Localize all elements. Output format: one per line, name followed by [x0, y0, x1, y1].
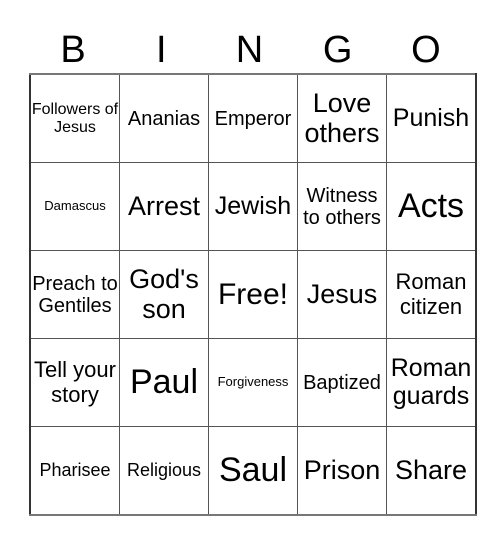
bingo-cell[interactable]: Paul — [119, 338, 209, 427]
bingo-cell[interactable]: Share — [386, 426, 477, 516]
bingo-cell[interactable]: Jesus — [297, 250, 387, 339]
bingo-cell[interactable]: Tell your story — [29, 338, 120, 427]
bingo-cell[interactable]: Jewish — [208, 162, 298, 251]
bingo-cell[interactable]: Preach to Gentiles — [29, 250, 120, 339]
grid-row: Tell your story Paul Forgiveness Baptize… — [29, 338, 477, 427]
bingo-cell[interactable]: Religious — [119, 426, 209, 516]
bingo-cell[interactable]: Roman citizen — [386, 250, 477, 339]
grid-row: Pharisee Religious Saul Prison Share — [29, 426, 477, 516]
grid-row: Preach to Gentiles God's son Free! Jesus… — [29, 250, 477, 339]
bingo-cell[interactable]: Arrest — [119, 162, 209, 251]
free-space-cell[interactable]: Free! — [208, 250, 298, 339]
bingo-cell[interactable]: God's son — [119, 250, 209, 339]
bingo-header: B I N G O — [29, 28, 470, 72]
header-letter-n: N — [235, 29, 264, 71]
grid-row: Followers of Jesus Ananias Emperor Love … — [29, 73, 477, 163]
bingo-cell[interactable]: Emperor — [208, 73, 298, 163]
bingo-cell[interactable]: Baptized — [297, 338, 387, 427]
bingo-cell[interactable]: Witness to others — [297, 162, 387, 251]
bingo-cell[interactable]: Punish — [386, 73, 477, 163]
bingo-cell[interactable]: Prison — [297, 426, 387, 516]
bingo-cell[interactable]: Followers of Jesus — [29, 73, 120, 163]
bingo-cell[interactable]: Ananias — [119, 73, 209, 163]
bingo-cell[interactable]: Damascus — [29, 162, 120, 251]
bingo-cell[interactable]: Pharisee — [29, 426, 120, 516]
header-letter-i: I — [156, 29, 167, 71]
bingo-cell[interactable]: Saul — [208, 426, 298, 516]
bingo-grid: Followers of Jesus Ananias Emperor Love … — [29, 73, 477, 516]
bingo-cell[interactable]: Acts — [386, 162, 477, 251]
header-letter-b: B — [60, 29, 86, 71]
grid-row: Damascus Arrest Jewish Witness to others… — [29, 162, 477, 251]
header-letter-g: G — [322, 29, 353, 71]
bingo-cell[interactable]: Love others — [297, 73, 387, 163]
bingo-cell[interactable]: Roman guards — [386, 338, 477, 427]
bingo-cell[interactable]: Forgiveness — [208, 338, 298, 427]
header-letter-o: O — [411, 29, 441, 71]
